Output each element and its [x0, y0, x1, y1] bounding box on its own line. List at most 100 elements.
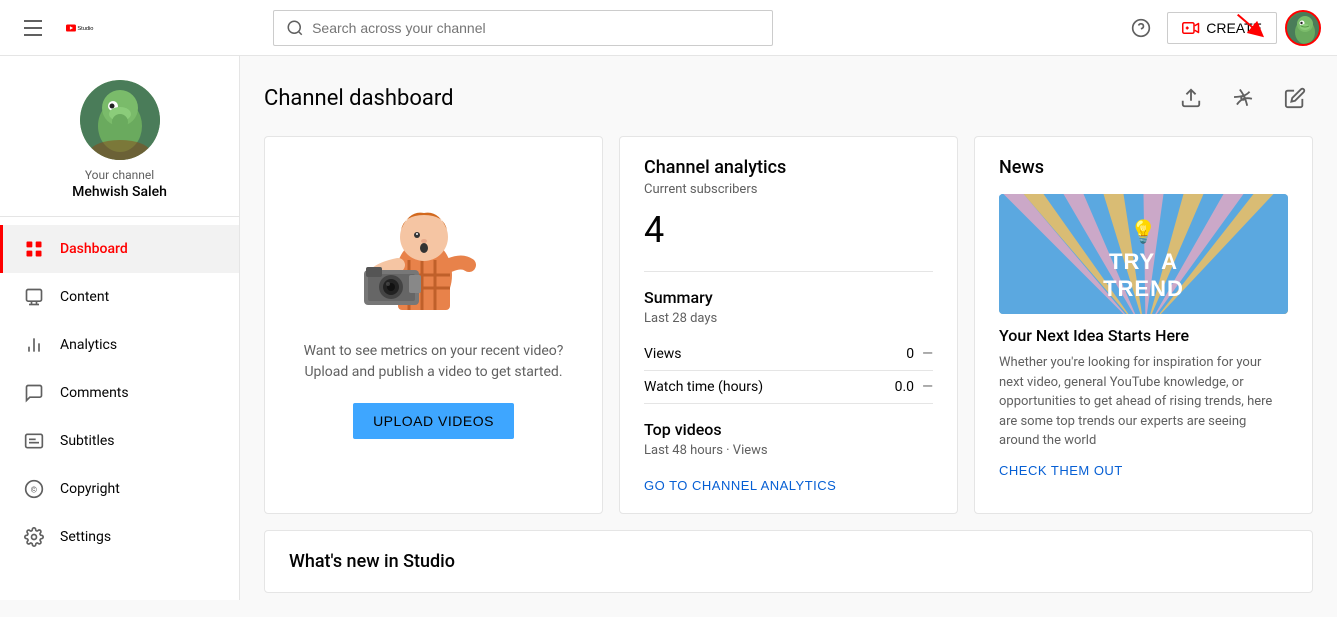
sidebar: Your channel Mehwish Saleh Dashboard: [0, 56, 240, 600]
comments-label: Comments: [60, 385, 129, 401]
check-them-out-button[interactable]: CHECK THEM OUT: [999, 463, 1123, 478]
copyright-label: Copyright: [60, 481, 120, 497]
subtitles-label: Subtitles: [60, 433, 115, 449]
svg-text:TRY A: TRY A: [1109, 249, 1178, 274]
upload-description: Want to see metrics on your recent video…: [297, 341, 570, 383]
analytics-label: Analytics: [60, 337, 117, 353]
content-icon: [24, 287, 44, 307]
channel-name: Mehwish Saleh: [16, 184, 223, 200]
go-to-analytics-button[interactable]: GO TO CHANNEL ANALYTICS: [644, 478, 836, 493]
search-input[interactable]: [312, 20, 760, 36]
svg-text:💡: 💡: [1130, 219, 1157, 245]
channel-avatar-svg: [80, 80, 160, 160]
analytics-icon: [24, 335, 44, 355]
svg-text:©: ©: [31, 485, 38, 495]
header-actions: [1173, 80, 1313, 116]
views-dash: —: [922, 346, 933, 362]
account-avatar[interactable]: [1285, 10, 1321, 46]
news-card: News: [974, 136, 1313, 514]
watchtime-value: 0.0 —: [895, 379, 933, 395]
create-label: CREATE: [1206, 20, 1262, 36]
news-item-title: Your Next Idea Starts Here: [999, 326, 1288, 345]
avatar-bird-svg: [1287, 12, 1319, 44]
views-metric-row: Views 0 —: [644, 338, 933, 371]
watchtime-number: 0.0: [895, 379, 914, 395]
dashboard-label: Dashboard: [60, 241, 128, 257]
watchtime-metric-row: Watch time (hours) 0.0 —: [644, 371, 933, 404]
analytics-card-inner: Channel analytics Current subscribers 4 …: [620, 137, 957, 513]
comments-icon: [24, 383, 44, 403]
settings-icon: [24, 527, 44, 547]
person-camera-svg: [354, 185, 514, 325]
page-title: Channel dashboard: [264, 86, 454, 111]
edit-icon: [1284, 87, 1306, 109]
create-icon: [1182, 19, 1200, 37]
watchtime-label: Watch time (hours): [644, 379, 763, 395]
nav-left: Studio: [16, 12, 98, 44]
channel-info: Your channel Mehwish Saleh: [0, 56, 239, 217]
whats-new-inner: What's new in Studio: [265, 531, 1312, 592]
sidebar-item-settings[interactable]: Settings: [0, 513, 239, 561]
search-icon: [286, 19, 304, 37]
rays-svg: 💡 TRY A TREND: [999, 194, 1288, 314]
watchtime-dash: —: [922, 379, 933, 395]
channel-avatar: [80, 80, 160, 160]
dashboard-grid: Want to see metrics on your recent video…: [264, 136, 1313, 514]
subscribers-count: 4: [644, 209, 933, 251]
youtube-icon: Studio: [66, 17, 98, 39]
sidebar-item-dashboard[interactable]: Dashboard: [0, 225, 239, 273]
upload-icon-button[interactable]: [1173, 80, 1209, 116]
sidebar-item-subtitles[interactable]: Subtitles: [0, 417, 239, 465]
upload-icon: [1180, 87, 1202, 109]
go-live-icon: [1232, 87, 1254, 109]
news-image: 💡 TRY A TREND: [999, 194, 1288, 314]
sidebar-item-comments[interactable]: Comments: [0, 369, 239, 417]
sidebar-item-analytics[interactable]: Analytics: [0, 321, 239, 369]
top-videos-period: Last 48 hours · Views: [644, 443, 933, 458]
subscribers-label: Current subscribers: [644, 182, 933, 197]
help-button[interactable]: [1123, 10, 1159, 46]
search-bar: [273, 10, 773, 46]
whats-new-section: What's new in Studio: [264, 530, 1313, 593]
top-nav: Studio CREATE: [0, 0, 1337, 56]
views-value: 0 —: [906, 346, 933, 362]
page-header: Channel dashboard: [264, 80, 1313, 116]
svg-text:TREND: TREND: [1103, 276, 1184, 301]
copyright-icon: ©: [24, 479, 44, 499]
illustration: [354, 185, 514, 325]
top-videos-title: Top videos: [644, 420, 933, 439]
sidebar-item-content[interactable]: Content: [0, 273, 239, 321]
menu-button[interactable]: [16, 12, 50, 44]
top-videos-section: Top videos Last 48 hours · Views: [644, 420, 933, 458]
whats-new-card: What's new in Studio: [264, 530, 1313, 593]
edit-icon-button[interactable]: [1277, 80, 1313, 116]
upload-card: Want to see metrics on your recent video…: [264, 136, 603, 514]
summary-period: Last 28 days: [644, 311, 933, 326]
subtitles-icon: [24, 431, 44, 451]
upload-card-inner: Want to see metrics on your recent video…: [265, 137, 602, 487]
views-number: 0: [906, 346, 914, 362]
news-card-inner: News: [975, 137, 1312, 499]
divider-1: [644, 271, 933, 272]
avatar-image: [1287, 12, 1319, 44]
views-label: Views: [644, 346, 682, 362]
analytics-card: Channel analytics Current subscribers 4 …: [619, 136, 958, 514]
upload-videos-button[interactable]: UPLOAD VIDEOS: [353, 403, 514, 439]
news-item-desc: Whether you're looking for inspiration f…: [999, 353, 1288, 451]
go-live-button[interactable]: [1225, 80, 1261, 116]
summary-title: Summary: [644, 288, 933, 307]
logo[interactable]: Studio: [66, 17, 98, 39]
sidebar-nav: Dashboard Content: [0, 217, 239, 569]
channel-label: Your channel: [16, 168, 223, 182]
nav-right: CREATE: [1123, 10, 1321, 46]
settings-label: Settings: [60, 529, 111, 545]
main-content: Channel dashboard: [240, 56, 1337, 617]
whats-new-title: What's new in Studio: [289, 551, 1288, 572]
content-label: Content: [60, 289, 109, 305]
analytics-card-title: Channel analytics: [644, 157, 933, 178]
news-title: News: [999, 157, 1288, 178]
create-button[interactable]: CREATE: [1167, 12, 1277, 44]
help-icon: [1131, 18, 1151, 38]
svg-text:Studio: Studio: [77, 25, 93, 31]
sidebar-item-copyright[interactable]: © Copyright: [0, 465, 239, 513]
